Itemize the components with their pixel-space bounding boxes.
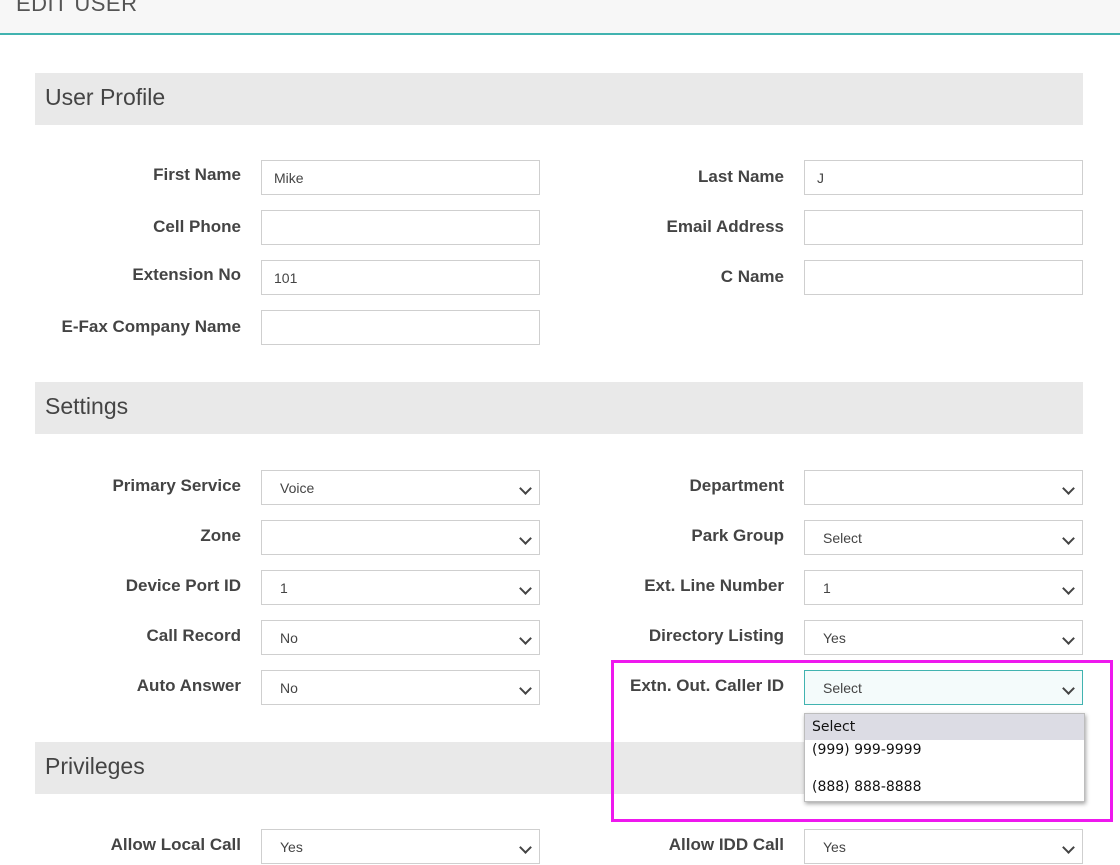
ext-line-label: Ext. Line Number <box>644 576 784 595</box>
chevron-down-icon <box>519 482 532 495</box>
primary-service-value: Voice <box>280 480 315 496</box>
last-name-input[interactable]: J <box>804 160 1083 195</box>
section-settings: Settings <box>35 382 1083 434</box>
chevron-down-icon <box>1062 532 1075 545</box>
directory-listing-label: Directory Listing <box>648 626 784 645</box>
chevron-down-icon <box>1062 632 1075 645</box>
chevron-down-icon <box>1062 582 1075 595</box>
c-name-label: C Name <box>720 267 784 286</box>
auto-answer-value: No <box>280 680 298 696</box>
local-call-label: Allow Local Call <box>110 835 241 854</box>
department-label: Department <box>689 476 784 495</box>
device-port-value: 1 <box>280 580 288 596</box>
highlight-box <box>611 660 1113 822</box>
section-title: Settings <box>45 393 129 419</box>
device-port-label: Device Port ID <box>125 576 241 595</box>
page-header: EDIT USER <box>0 0 1120 35</box>
chevron-down-icon <box>519 682 532 695</box>
idd-call-select[interactable]: Yes <box>804 829 1083 864</box>
department-value <box>817 480 823 496</box>
extension-input[interactable]: 101 <box>261 260 540 295</box>
page-title: EDIT USER <box>16 0 138 16</box>
section-title: User Profile <box>45 84 166 110</box>
last-name-label: Last Name <box>698 167 784 186</box>
ext-line-value: 1 <box>823 580 831 596</box>
efax-input[interactable] <box>261 310 540 345</box>
park-group-label: Park Group <box>691 526 784 545</box>
chevron-down-icon <box>519 841 532 854</box>
c-name-input[interactable] <box>804 260 1083 295</box>
department-select[interactable] <box>804 470 1083 505</box>
zone-value <box>274 530 280 546</box>
call-record-value: No <box>280 630 298 646</box>
directory-listing-value: Yes <box>823 630 846 646</box>
email-input[interactable] <box>804 210 1083 245</box>
section-title: Privileges <box>45 753 145 779</box>
chevron-down-icon <box>519 582 532 595</box>
park-group-select[interactable]: Select <box>804 520 1083 555</box>
first-name-input[interactable]: Mike <box>261 160 540 195</box>
primary-service-select[interactable]: Voice <box>261 470 540 505</box>
zone-select[interactable] <box>261 520 540 555</box>
chevron-down-icon <box>1062 841 1075 854</box>
chevron-down-icon <box>519 632 532 645</box>
device-port-select[interactable]: 1 <box>261 570 540 605</box>
auto-answer-label: Auto Answer <box>136 676 241 695</box>
email-label: Email Address <box>666 217 784 236</box>
extension-label: Extension No <box>132 265 241 284</box>
directory-listing-select[interactable]: Yes <box>804 620 1083 655</box>
local-call-select[interactable]: Yes <box>261 829 540 864</box>
call-record-select[interactable]: No <box>261 620 540 655</box>
park-group-value: Select <box>823 530 862 546</box>
primary-service-label: Primary Service <box>112 476 241 495</box>
call-record-label: Call Record <box>146 626 241 645</box>
chevron-down-icon <box>1062 482 1075 495</box>
efax-label: E-Fax Company Name <box>61 317 242 336</box>
idd-call-label: Allow IDD Call <box>668 835 784 854</box>
zone-label: Zone <box>200 526 241 545</box>
ext-line-select[interactable]: 1 <box>804 570 1083 605</box>
first-name-label: First Name <box>153 165 241 184</box>
cell-phone-label: Cell Phone <box>153 217 241 236</box>
section-user-profile: User Profile <box>35 73 1083 125</box>
auto-answer-select[interactable]: No <box>261 670 540 705</box>
chevron-down-icon <box>519 532 532 545</box>
cell-phone-input[interactable] <box>261 210 540 245</box>
